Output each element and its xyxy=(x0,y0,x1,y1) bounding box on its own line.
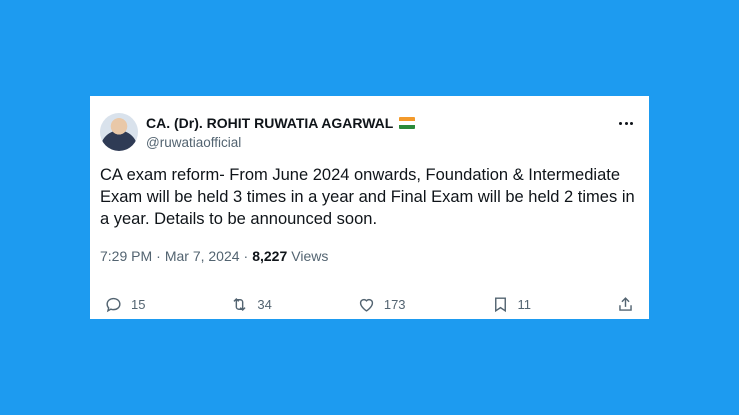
bookmark-icon xyxy=(494,297,506,313)
reply-icon xyxy=(106,297,121,313)
tweet-text: CA exam reform- From June 2024 onwards, … xyxy=(100,166,635,228)
action-bar: 15 34 173 11 xyxy=(104,295,635,314)
more-icon xyxy=(619,121,623,125)
tweet-meta: 7:29 PM · Mar 7, 2024 · 8,227 Views xyxy=(100,248,328,264)
meta-separator: · xyxy=(156,248,161,264)
views-count: 8,227 xyxy=(252,248,288,264)
meta-separator: · xyxy=(243,248,249,264)
author-name[interactable]: CA. (Dr). ROHIT RUWATIA AGARWAL xyxy=(146,115,393,131)
like-count: 173 xyxy=(383,297,406,312)
reply-count: 15 xyxy=(131,297,146,312)
tweet-time[interactable]: 7:29 PM xyxy=(100,248,152,264)
india-flag-icon xyxy=(399,117,416,129)
reply-button[interactable]: 15 xyxy=(104,295,145,314)
author-handle[interactable]: @ruwatiaofficial xyxy=(146,135,241,150)
repost-button[interactable]: 34 xyxy=(230,295,272,314)
avatar[interactable] xyxy=(100,113,138,151)
tweet-date[interactable]: Mar 7, 2024 xyxy=(165,248,240,264)
more-options-button[interactable] xyxy=(617,114,635,132)
repost-icon xyxy=(233,297,246,312)
bookmark-button[interactable]: 11 xyxy=(491,295,532,314)
bookmark-count: 11 xyxy=(517,297,532,312)
share-button[interactable] xyxy=(616,295,635,314)
heart-icon xyxy=(359,298,373,312)
like-button[interactable]: 173 xyxy=(357,295,406,314)
author-name-row: CA. (Dr). ROHIT RUWATIA AGARWAL xyxy=(146,115,416,131)
tweet-card: CA. (Dr). ROHIT RUWATIA AGARWAL @ruwatia… xyxy=(90,96,649,319)
share-icon xyxy=(619,297,632,311)
repost-count: 34 xyxy=(257,297,272,312)
views-label: Views xyxy=(291,248,329,264)
